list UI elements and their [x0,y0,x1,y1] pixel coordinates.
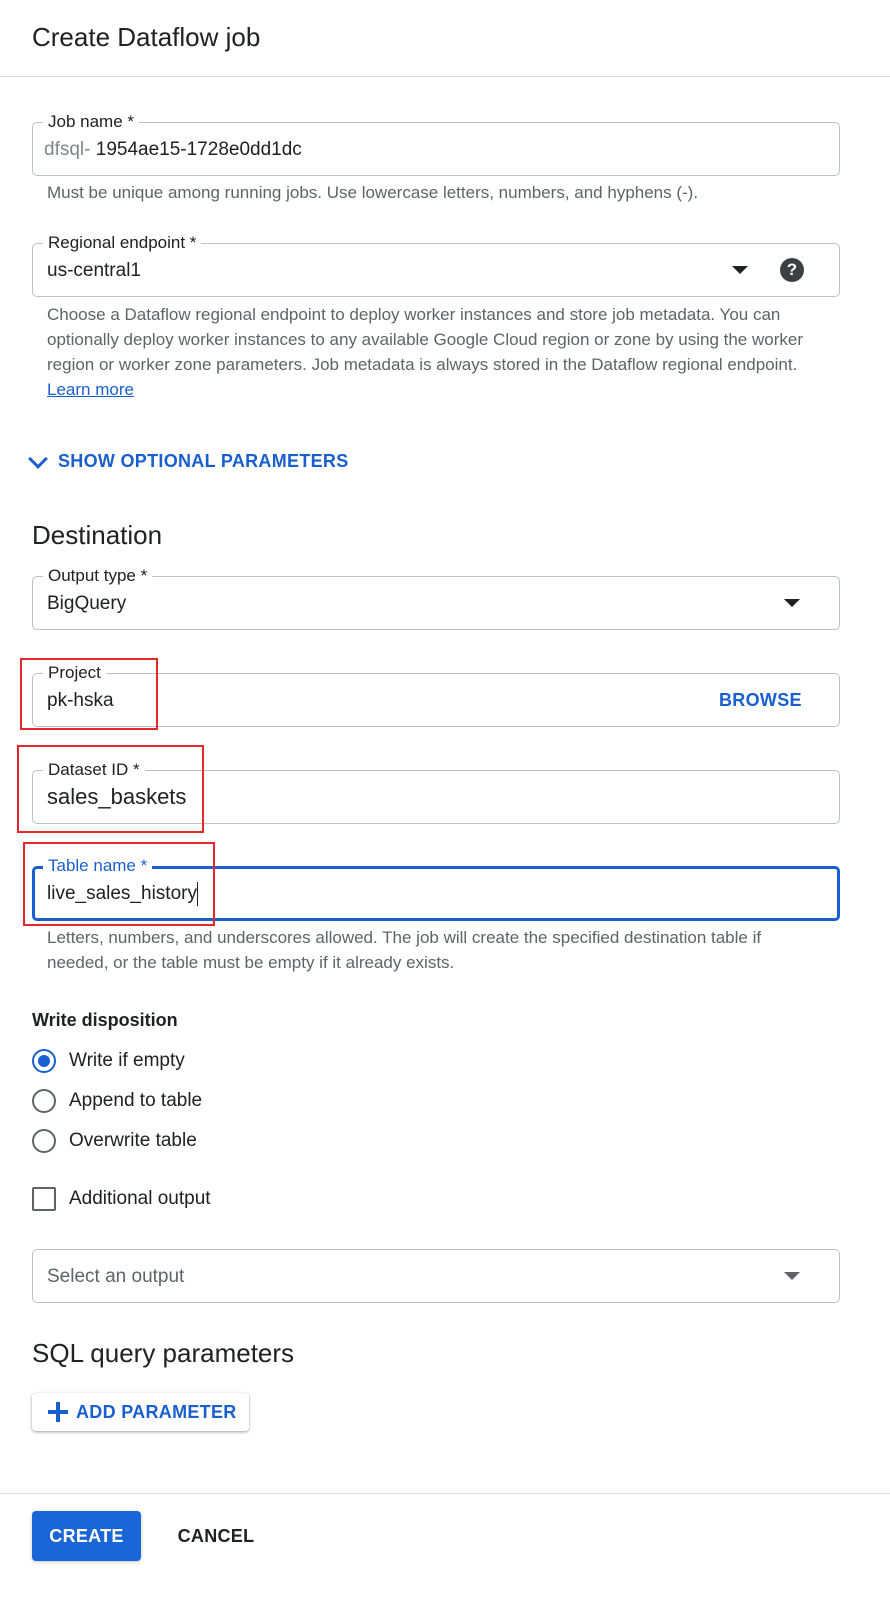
highlight-box-table-name [23,842,215,926]
output-type-select[interactable]: Output type * BigQuery [32,565,840,630]
table-name-hint: Letters, numbers, and underscores allowe… [47,928,762,972]
radio-label: Overwrite table [69,1130,197,1151]
select-output-dropdown[interactable]: Select an output [32,1249,840,1303]
sql-params-title: SQL query parameters [32,1338,295,1368]
plus-icon [48,1402,68,1422]
additional-output-label: Additional output [69,1188,211,1209]
radio-append-to-table[interactable]: Append to table [32,1088,202,1114]
chevron-down-icon[interactable] [784,599,800,607]
job-name-input[interactable]: 1954ae15-1728e0dd1dc [96,139,302,160]
additional-output-checkbox-row[interactable]: Additional output [32,1186,211,1212]
output-type-label: Output type * [43,565,153,587]
cancel-button[interactable]: CANCEL [160,1511,272,1561]
radio-label: Write if empty [69,1050,185,1071]
job-name-prefix: dfsql- [44,139,91,160]
dialog-header: Create Dataflow job [0,0,890,77]
regional-endpoint-label: Regional endpoint * [43,232,202,254]
radio-label: Append to table [69,1090,203,1111]
regional-endpoint-select[interactable]: Regional endpoint * us-central1 ? [32,232,840,297]
add-parameter-label: ADD PARAMETER [76,1401,237,1422]
help-icon[interactable]: ? [780,258,804,282]
chevron-down-icon[interactable] [732,266,748,274]
radio-button-checked[interactable] [32,1049,56,1073]
chevron-down-icon[interactable] [28,449,48,469]
regional-endpoint-hint: Choose a Dataflow regional endpoint to d… [47,302,807,402]
footer-divider [0,1493,890,1494]
job-name-value[interactable]: dfsql- 1954ae15-1728e0dd1dc [44,139,302,161]
highlight-box-dataset-id [17,745,204,833]
destination-title: Destination [32,520,163,550]
job-name-label: Job name * [43,111,139,133]
browse-button[interactable]: BROWSE [719,690,802,711]
job-name-hint: Must be unique among running jobs. Use l… [47,183,699,202]
chevron-down-icon[interactable] [784,1272,800,1280]
show-optional-parameters-button[interactable]: SHOW OPTIONAL PARAMETERS [58,451,349,472]
output-type-value: BigQuery [47,593,127,614]
highlight-box-project [20,658,158,730]
regional-endpoint-hint-text: Choose a Dataflow regional endpoint to d… [47,305,803,374]
write-disposition-title: Write disposition [32,1010,178,1030]
radio-button[interactable] [32,1089,56,1113]
create-button[interactable]: CREATE [32,1511,141,1561]
job-name-field[interactable]: Job name * dfsql- 1954ae15-1728e0dd1dc [32,111,840,176]
select-output-placeholder: Select an output [47,1266,185,1287]
additional-output-checkbox[interactable] [32,1187,56,1211]
add-parameter-button[interactable]: ADD PARAMETER [32,1393,249,1431]
radio-button[interactable] [32,1129,56,1153]
regional-endpoint-value: us-central1 [47,260,141,281]
radio-overwrite-table[interactable]: Overwrite table [32,1128,197,1154]
radio-write-if-empty[interactable]: Write if empty [32,1048,185,1074]
page-title: Create Dataflow job [32,22,261,52]
learn-more-link[interactable]: Learn more [47,380,134,399]
